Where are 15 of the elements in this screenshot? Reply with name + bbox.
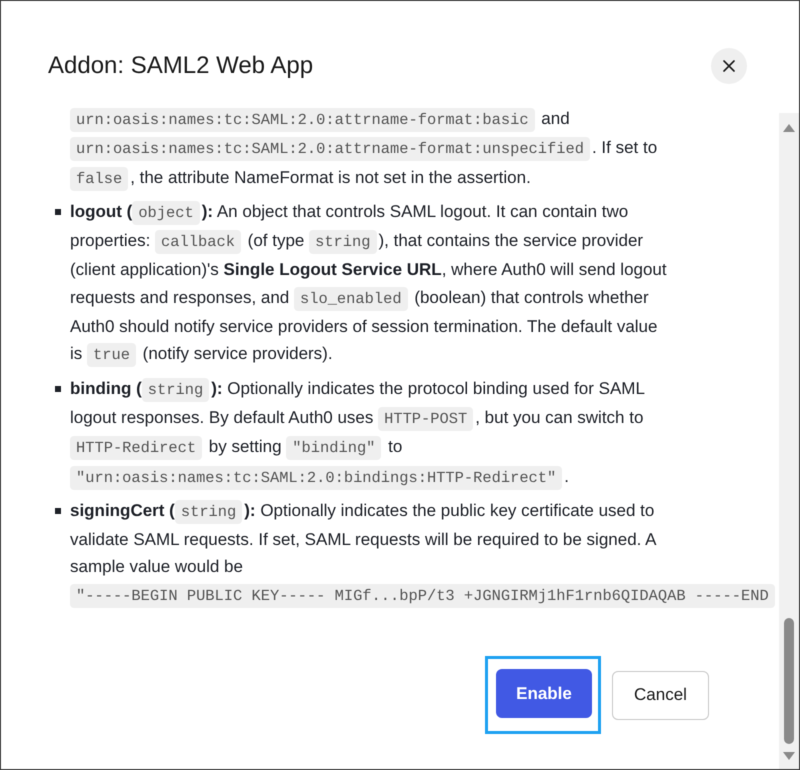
scroll-down-icon[interactable] — [783, 752, 795, 760]
list-item-text: binding ( string ): Optionally indicates the protocol binding used for SAML logout responses. By default Auth0 uses HTTP-POST , but you can switch to HTTP-Redirect by setting "binding" to "urn:oasis:names:tc:SAML:2.0:bindings:HTTP-Redirect" . — [70, 374, 645, 492]
list-item-text: signingCert ( string ): Optionally indicates the public key certificate used to validate SAML requests. If set, SAML requests will be required to be signed. A sample value would be "-----BEGIN PUBLIC KEY----- MIGf...bpP/t3 +JGNGIRMj1hF1rnb6QIDAQAB -----END — [70, 496, 777, 610]
enable-button[interactable]: Enable — [496, 669, 592, 718]
scrollbar-thumb[interactable] — [784, 618, 794, 744]
close-icon — [723, 60, 735, 72]
scroll-up-icon[interactable] — [783, 124, 795, 132]
list-item-text: logout ( object ): An object that controls SAML logout. It can contain two properties: callback (of type string ), that contains the service provider (client application)'s Single Logout Service URL, where Auth0 will send logout requests and responses, and slo_enabled (boolean) that controls whether Auth0 should notify service providers of session termination. The default value is true (notify service providers). — [70, 198, 667, 370]
close-button[interactable] — [711, 48, 747, 84]
cancel-button[interactable]: Cancel — [612, 670, 709, 720]
bullet-icon — [55, 508, 61, 514]
paragraph-text: urn:oasis:names:tc:SAML:2.0:attrname-format:basic and urn:oasis:names:tc:SAML:2.0:attrname-format:unspecified . If set to false , the attribute NameFormat is not set in the assertion. — [70, 105, 658, 193]
bullet-icon — [55, 208, 61, 215]
bullet-icon — [55, 386, 61, 392]
dialog-title: Addon: SAML2 Web App — [48, 51, 314, 81]
